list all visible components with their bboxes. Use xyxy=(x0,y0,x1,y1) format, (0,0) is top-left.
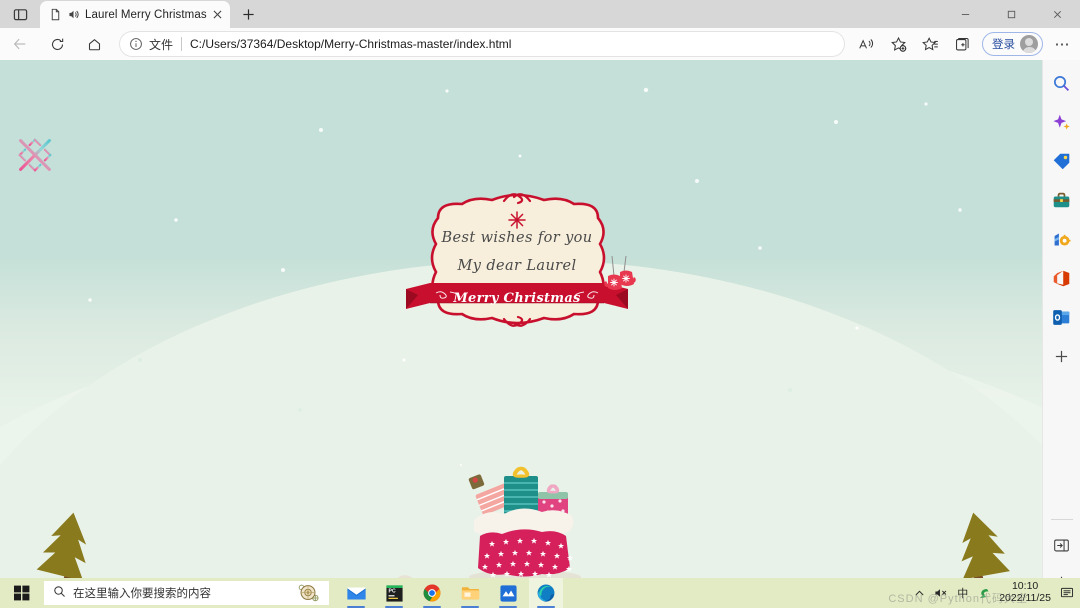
screen: Laurel Merry Christmas - 20 xyxy=(0,0,1080,608)
bottom-decorations xyxy=(398,575,412,578)
navigation-bar: 文件 C:/Users/37364/Desktop/Merry-Christma… xyxy=(0,28,1080,60)
blue-app-icon[interactable] xyxy=(491,578,525,608)
collections-icon[interactable] xyxy=(947,30,977,58)
new-tab-button[interactable] xyxy=(233,0,263,28)
page-icon xyxy=(49,8,63,22)
browser-tab[interactable]: Laurel Merry Christmas - 20 xyxy=(40,1,230,28)
notification-icon[interactable] xyxy=(1060,587,1074,600)
games-icon[interactable] xyxy=(1047,224,1077,254)
avatar-icon xyxy=(1020,35,1038,53)
sign-in-label: 登录 xyxy=(992,39,1015,51)
pycharm-icon[interactable]: PC xyxy=(377,578,411,608)
windows-start-icon[interactable] xyxy=(0,578,44,608)
snowflake-icon xyxy=(8,128,62,182)
copilot-sparkle-icon[interactable] xyxy=(1047,107,1077,137)
cortana-icon[interactable] xyxy=(296,582,320,604)
taskbar-clock[interactable]: 10:10 2022/11/25 xyxy=(999,580,1051,605)
edge-icon[interactable] xyxy=(529,578,563,608)
info-icon[interactable] xyxy=(129,37,144,52)
christmas-tree-icon xyxy=(938,506,1022,578)
taskbar-search[interactable]: 在这里输入你要搜索的内容 xyxy=(44,581,329,605)
refresh-icon[interactable] xyxy=(40,30,74,58)
card-line-1: Best wishes for you xyxy=(441,230,593,246)
clock-date: 2022/11/25 xyxy=(999,592,1051,604)
christmas-tree-icon xyxy=(24,506,108,578)
url-scheme-label: 文件 xyxy=(149,37,174,52)
close-icon[interactable] xyxy=(211,7,224,23)
mittens-icon xyxy=(604,255,636,290)
more-options-icon[interactable]: ⋯ xyxy=(1048,30,1076,58)
minimize-button[interactable] xyxy=(942,0,988,28)
outlook-icon[interactable] xyxy=(1047,302,1077,332)
greeting-card: Best wishes for you My dear Laurel Merry… xyxy=(404,188,630,338)
speaker-icon[interactable] xyxy=(67,8,81,22)
tab-title: Laurel Merry Christmas - 20 xyxy=(85,8,207,21)
card-line-2: My dear Laurel xyxy=(457,258,577,274)
search-icon[interactable] xyxy=(1047,68,1077,98)
card-text: Best wishes for you My dear Laurel Merry… xyxy=(404,188,630,338)
toggle-sidebar-icon[interactable] xyxy=(1047,530,1077,560)
chrome-icon[interactable] xyxy=(415,578,449,608)
maximize-button[interactable] xyxy=(988,0,1034,28)
ime-chinese-icon[interactable]: 中 xyxy=(957,585,968,601)
omnibox-divider xyxy=(181,37,183,51)
sidebar-separator xyxy=(1050,519,1073,520)
address-bar[interactable]: 文件 C:/Users/37364/Desktop/Merry-Christma… xyxy=(119,31,845,57)
file-explorer-icon[interactable] xyxy=(453,578,487,608)
edge-sidebar xyxy=(1042,60,1080,608)
taskbar-search-placeholder: 在这里输入你要搜索的内容 xyxy=(73,588,211,600)
taskbar-apps: PC xyxy=(339,578,563,608)
read-aloud-icon[interactable] xyxy=(851,30,881,58)
taskbar: 在这里输入你要搜索的内容 PC 中 10:10 2022/11/25 CSDN … xyxy=(0,578,1080,608)
santa-sack-icon xyxy=(456,460,590,578)
search-icon xyxy=(53,585,66,601)
window-controls xyxy=(942,0,1080,28)
home-icon[interactable] xyxy=(77,30,111,58)
card-banner-text: Merry Christmas xyxy=(453,291,581,306)
back-arrow-icon[interactable] xyxy=(3,30,37,58)
show-hidden-icons-icon[interactable] xyxy=(914,588,925,599)
system-tray: 中 10:10 2022/11/25 xyxy=(914,580,1080,605)
add-favorite-icon[interactable] xyxy=(883,30,913,58)
add-sidebar-icon[interactable] xyxy=(1047,341,1077,371)
volume-muted-icon[interactable] xyxy=(934,587,948,599)
favorites-star-icon[interactable] xyxy=(915,30,945,58)
tab-strip: Laurel Merry Christmas - 20 xyxy=(0,0,1080,28)
wps-icon[interactable] xyxy=(977,587,990,600)
svg-text:PC: PC xyxy=(388,588,395,594)
tools-briefcase-icon[interactable] xyxy=(1047,185,1077,215)
shopping-tag-icon[interactable] xyxy=(1047,146,1077,176)
close-button[interactable] xyxy=(1034,0,1080,28)
mail-icon[interactable] xyxy=(339,578,373,608)
url-text[interactable]: C:/Users/37364/Desktop/Merry-Christmas-m… xyxy=(190,37,511,51)
toolbar-right: 登录 ⋯ xyxy=(851,30,1080,58)
gift-box-teal xyxy=(504,466,538,514)
office-icon[interactable] xyxy=(1047,263,1077,293)
sign-in-button[interactable]: 登录 xyxy=(982,32,1043,56)
page-content: Best wishes for you My dear Laurel Merry… xyxy=(0,60,1042,578)
tab-search-icon[interactable] xyxy=(0,0,40,28)
